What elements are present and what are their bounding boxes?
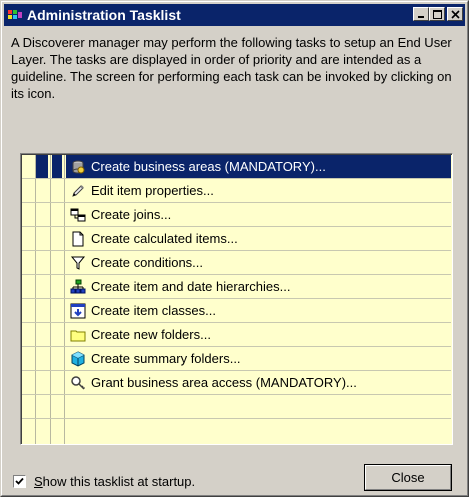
document-icon[interactable] — [69, 230, 87, 248]
task-label: Create new folders... — [91, 327, 211, 342]
show-at-startup-label: Show this tasklist at startup. — [34, 474, 196, 489]
close-window-button[interactable] — [447, 7, 463, 21]
task-row[interactable]: Edit item properties... — [22, 179, 451, 203]
task-label: Create conditions... — [91, 255, 204, 270]
hierarchy-icon[interactable] — [69, 278, 87, 296]
task-row[interactable]: Create conditions... — [22, 251, 451, 275]
task-row[interactable]: Create calculated items... — [22, 227, 451, 251]
funnel-icon[interactable] — [69, 254, 87, 272]
key-magnifier-icon[interactable] — [69, 374, 87, 392]
task-row[interactable]: Create summary folders... — [22, 347, 451, 371]
show-at-startup-checkbox[interactable]: Show this tasklist at startup. — [13, 474, 195, 489]
administration-tasklist-window: Administration Tasklist A Discoverer man… — [0, 0, 469, 497]
cube-icon[interactable] — [69, 350, 87, 368]
task-label: Grant business area access (MANDATORY)..… — [91, 375, 357, 390]
close-button[interactable]: Close — [364, 464, 452, 491]
task-row[interactable]: Grant business area access (MANDATORY)..… — [22, 371, 451, 395]
task-row[interactable]: Create business areas (MANDATORY)... — [22, 155, 451, 179]
task-label: Create item and date hierarchies... — [91, 279, 291, 294]
task-label: Create joins... — [91, 207, 172, 222]
title-bar[interactable]: Administration Tasklist — [4, 4, 465, 26]
task-row[interactable]: Create new folders... — [22, 323, 451, 347]
task-label: Create calculated items... — [91, 231, 238, 246]
task-row[interactable]: Create joins... — [22, 203, 451, 227]
pencil-icon[interactable] — [69, 182, 87, 200]
description-text: A Discoverer manager may perform the fol… — [11, 35, 452, 101]
task-label: Edit item properties... — [91, 183, 214, 198]
task-row[interactable]: Create item classes... — [22, 299, 451, 323]
minimize-button[interactable] — [413, 7, 429, 21]
checkbox-box[interactable] — [13, 475, 26, 488]
task-row[interactable]: Create item and date hierarchies... — [22, 275, 451, 299]
folder-icon[interactable] — [69, 326, 87, 344]
task-label: Create business areas (MANDATORY)... — [91, 159, 326, 174]
joins-icon[interactable] — [69, 206, 87, 224]
task-label: Create item classes... — [91, 303, 216, 318]
empty-row — [22, 395, 451, 419]
business-area-icon[interactable] — [69, 158, 87, 176]
app-icon — [7, 7, 23, 23]
window-title: Administration Tasklist — [27, 7, 181, 23]
task-label: Create summary folders... — [91, 351, 241, 366]
item-class-icon[interactable] — [69, 302, 87, 320]
task-list[interactable]: Create business areas (MANDATORY)... Edit… — [20, 153, 453, 445]
maximize-button[interactable] — [429, 7, 445, 21]
